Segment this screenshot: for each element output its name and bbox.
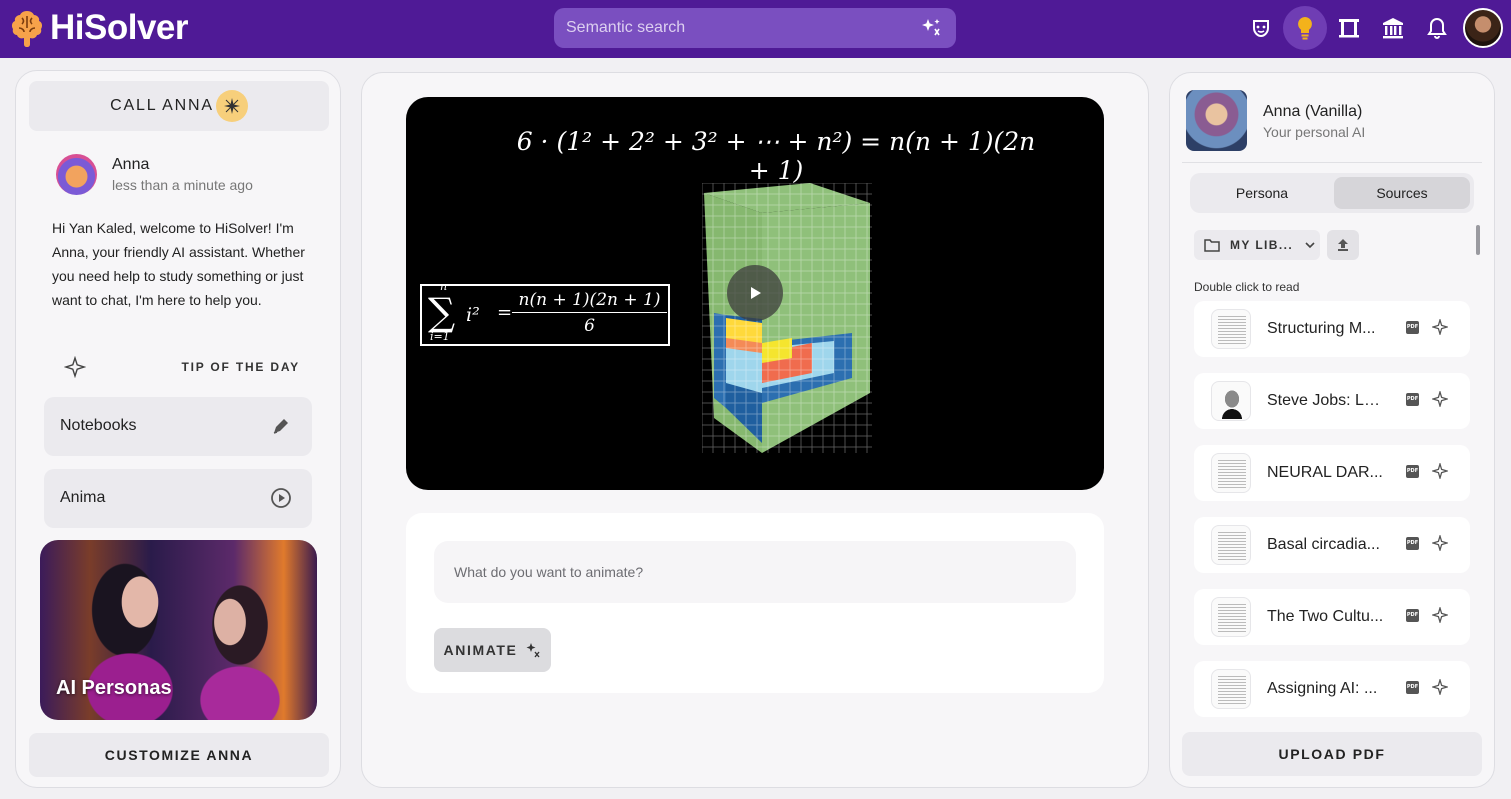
tab-sources[interactable]: Sources — [1334, 177, 1470, 209]
document-thumbnail — [1211, 597, 1251, 637]
welcome-message: Hi Yan Kaled, welcome to HiSolver! I'm A… — [52, 220, 305, 308]
mask-icon[interactable] — [1248, 14, 1274, 42]
pdf-icon: PDF — [1406, 465, 1419, 478]
play-icon — [751, 287, 761, 299]
sum-formula-box: ∑ n i=1 i² = n(n + 1)(2n + 1) 6 — [420, 280, 670, 346]
scrollbar[interactable] — [1476, 225, 1480, 255]
cube-visualization — [702, 183, 872, 453]
divider — [1182, 162, 1482, 163]
sparkle-icon[interactable] — [1432, 535, 1448, 551]
anima-card[interactable]: Anima — [44, 469, 312, 528]
library-label: MY LIB... — [1230, 238, 1294, 252]
document-thumbnail — [1211, 669, 1251, 709]
anima-panel: 6 · (1² + 2² + 3² + ⋯ + n²) = n(n + 1)(2… — [361, 72, 1149, 788]
source-title: Steve Jobs: La... — [1267, 392, 1385, 409]
document-thumbnail — [1211, 525, 1251, 565]
notebooks-label: Notebooks — [60, 417, 137, 434]
search-bar[interactable] — [554, 8, 956, 48]
persona-sources-tabs: Persona Sources — [1190, 173, 1474, 213]
customize-anna-button[interactable]: CUSTOMIZE ANNA — [29, 733, 329, 777]
sparkle-animate-icon — [526, 643, 541, 658]
tip-label: TIP OF THE DAY — [181, 360, 300, 374]
notebooks-card[interactable]: Notebooks — [44, 397, 312, 456]
archway-icon[interactable] — [1336, 14, 1362, 42]
brain-icon — [11, 11, 43, 47]
double-click-hint: Double click to read — [1194, 280, 1300, 294]
pdf-icon: PDF — [1406, 681, 1419, 694]
fraction-numerator: n(n + 1)(2n + 1) — [512, 290, 667, 313]
persona-name: Anna (Vanilla) — [1263, 103, 1363, 120]
ai-personas-card[interactable]: AI Personas — [40, 540, 317, 720]
upload-pdf-button[interactable]: UPLOAD PDF — [1182, 732, 1482, 776]
sparkle-search-icon[interactable] — [920, 17, 942, 39]
persona-subtitle: Your personal AI — [1263, 124, 1366, 140]
top-bar: HiSolver — [0, 0, 1511, 58]
lightbulb-icon[interactable] — [1292, 14, 1318, 42]
source-item[interactable]: Basal circadia... PDF — [1194, 517, 1470, 573]
play-circle-icon — [271, 488, 291, 508]
app-logo[interactable]: HiSolver — [10, 8, 189, 48]
sparkle-icon[interactable] — [1432, 391, 1448, 407]
tab-persona[interactable]: Persona — [1194, 177, 1330, 209]
document-thumbnail — [1211, 309, 1251, 349]
folder-icon — [1204, 239, 1220, 252]
sparkle-icon[interactable] — [1432, 607, 1448, 623]
source-item[interactable]: The Two Cultu... PDF — [1194, 589, 1470, 645]
source-item[interactable]: Structuring M... PDF — [1194, 301, 1470, 357]
persona-avatar — [1186, 90, 1247, 151]
sum-upper-limit: n — [440, 280, 448, 293]
source-item[interactable]: NEURAL DAR... PDF — [1194, 445, 1470, 501]
anna-avatar — [56, 154, 97, 195]
equation-title: 6 · (1² + 2² + 3² + ⋯ + n²) = n(n + 1)(2… — [516, 127, 1036, 185]
fraction-denominator: 6 — [584, 316, 595, 336]
sparkle-icon[interactable] — [1432, 319, 1448, 335]
tip-of-the-day[interactable]: TIP OF THE DAY — [60, 354, 310, 380]
user-avatar[interactable] — [1463, 8, 1503, 48]
source-title: Assigning AI: ... — [1267, 680, 1378, 697]
library-dropdown[interactable]: MY LIB... — [1194, 230, 1320, 260]
play-button[interactable] — [727, 265, 783, 321]
source-item[interactable]: Assigning AI: ... PDF — [1194, 661, 1470, 717]
sum-term: i² — [466, 304, 480, 326]
call-anna-label: CALL ANNA — [110, 97, 214, 114]
animate-button[interactable]: ANIMATE — [434, 628, 551, 672]
source-title: Basal circadia... — [1267, 536, 1380, 553]
sparkle-icon[interactable] — [1432, 463, 1448, 479]
persona-sources-panel: Anna (Vanilla) Your personal AI Persona … — [1169, 72, 1495, 788]
sparkle-icon — [64, 356, 86, 378]
equals-sign: = — [497, 302, 513, 323]
upload-source-button[interactable] — [1327, 230, 1359, 260]
app-name: HiSolver — [50, 8, 189, 47]
source-title: NEURAL DAR... — [1267, 464, 1383, 481]
pdf-icon: PDF — [1406, 321, 1419, 334]
pdf-icon: PDF — [1406, 537, 1419, 550]
museum-icon[interactable] — [1380, 14, 1406, 42]
assistant-name: Anna — [112, 156, 150, 173]
document-thumbnail — [1211, 453, 1251, 493]
ai-personas-label: AI Personas — [56, 677, 172, 699]
assistant-panel: CALL ANNA Anna less than a minute ago Hi… — [15, 70, 341, 788]
animate-prompt-input[interactable] — [434, 541, 1076, 603]
source-title: Structuring M... — [1267, 320, 1376, 337]
sparkle-icon[interactable] — [1432, 679, 1448, 695]
animate-form: ANIMATE — [406, 513, 1104, 693]
animate-label: ANIMATE — [443, 642, 518, 658]
pdf-icon: PDF — [1406, 393, 1419, 406]
source-item[interactable]: Steve Jobs: La... PDF — [1194, 373, 1470, 429]
sigma-symbol: ∑ — [428, 290, 456, 334]
message-timestamp: less than a minute ago — [112, 177, 253, 193]
pdf-icon: PDF — [1406, 609, 1419, 622]
call-anna-button[interactable]: CALL ANNA — [29, 81, 329, 131]
video-player[interactable]: 6 · (1² + 2² + 3² + ⋯ + n²) = n(n + 1)(2… — [406, 97, 1104, 490]
source-title: The Two Cultu... — [1267, 608, 1384, 625]
bell-icon[interactable] — [1424, 14, 1450, 42]
search-input[interactable] — [566, 16, 906, 40]
sum-lower-limit: i=1 — [430, 330, 450, 343]
chevron-down-icon — [1305, 242, 1315, 249]
compass-star-icon — [215, 90, 248, 122]
anima-label: Anima — [60, 489, 106, 506]
portrait-thumbnail — [1211, 381, 1251, 421]
pen-icon — [273, 419, 288, 434]
upload-icon — [1338, 239, 1348, 251]
